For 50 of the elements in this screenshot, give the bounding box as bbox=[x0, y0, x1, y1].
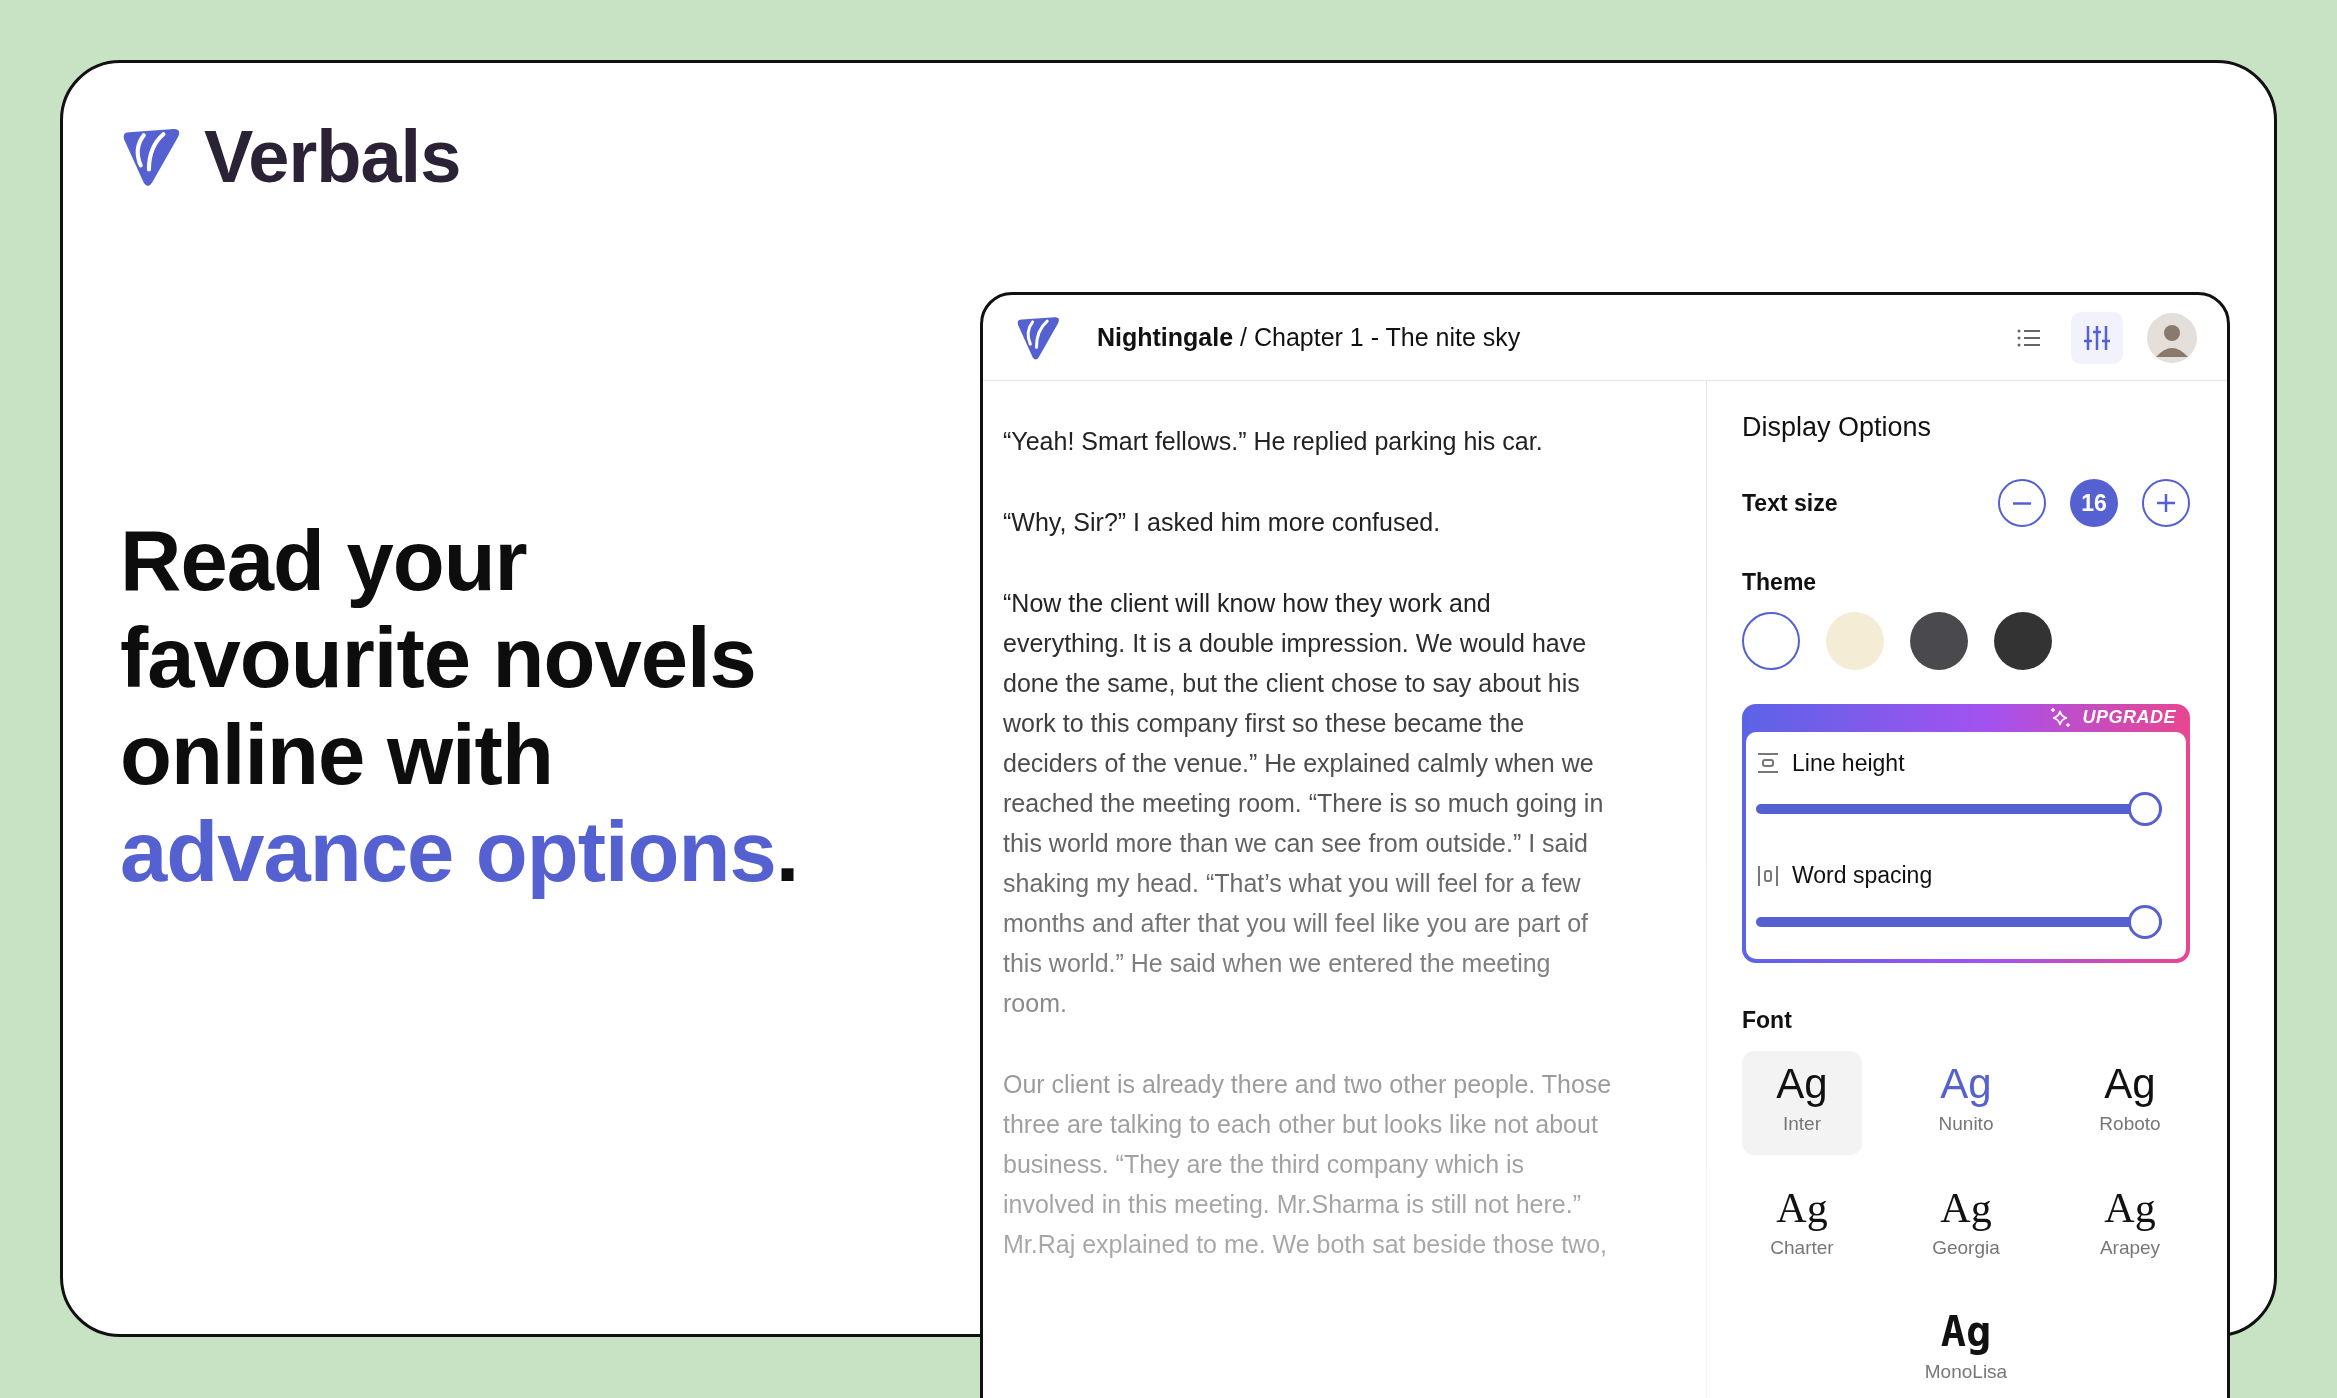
font-name: Charter bbox=[1770, 1236, 1834, 1261]
setting-label: Text size bbox=[1742, 489, 1838, 519]
line-height-icon bbox=[1756, 751, 1780, 776]
setting-label: Font bbox=[1742, 1005, 1793, 1035]
font-sample: Ag bbox=[1776, 1059, 1828, 1110]
font-option[interactable]: Ag Arapey bbox=[2070, 1175, 2190, 1280]
font-option[interactable]: Ag Nunito bbox=[1906, 1051, 2026, 1156]
headline: Read your favourite novels online with advance options. bbox=[120, 512, 799, 900]
font-name: Arapey bbox=[2099, 1236, 2161, 1261]
paragraph: Our client is already there and two other people. Those three are talking to each other but looks like not about business. “They are the third company which is involved in this meeting. Mr.Sharma is still not here.” Mr.Raj explained to me. We both sat beside those two, bbox=[1003, 1069, 1613, 1260]
font-name: Inter bbox=[1783, 1112, 1821, 1137]
font-sample: Ag bbox=[1940, 1059, 1992, 1110]
decrease-button[interactable] bbox=[1998, 479, 2046, 528]
brand-name: Verbals bbox=[204, 120, 461, 194]
chapter-title: Nightingale / Chapter 1 - The nite sky bbox=[1097, 321, 1521, 353]
theme-swatch[interactable] bbox=[1742, 611, 1800, 670]
font-sample: Ag bbox=[2104, 1059, 2156, 1110]
slider-label: Word spacing bbox=[1792, 861, 1933, 891]
font-option[interactable]: Ag Charter bbox=[1742, 1175, 1862, 1280]
increase-button[interactable] bbox=[2142, 479, 2190, 528]
slider-label: Line height bbox=[1792, 748, 1905, 778]
font-sample: Ag bbox=[2104, 1184, 2156, 1234]
word-spacing-icon bbox=[1756, 863, 1780, 888]
font-sample: Ag bbox=[1940, 1306, 1992, 1359]
paragraph: “Now the client will know how they work and everything. It is a double impression. We would have done the same, but the client chose to say about his work to this company first so these became the deciders of the venue.” He explained calmly when we reached the meeting room. “There is so much going in this world more than we can see from outside.” I said shaking my head. “That’s what you will feel for a few months and after that you will feel like you are part of this world.” He said when we entered the meeting room. bbox=[1003, 588, 1605, 1019]
avatar[interactable] bbox=[2147, 312, 2197, 363]
setting-label: Theme bbox=[1742, 568, 1818, 598]
slider-thumb[interactable] bbox=[2128, 904, 2162, 939]
slider-thumb[interactable] bbox=[2128, 792, 2162, 827]
font-option[interactable]: Ag MonoLisa bbox=[1906, 1299, 2026, 1398]
font-sample: Ag bbox=[1940, 1184, 1992, 1234]
sparkle-icon bbox=[2050, 706, 2073, 729]
panel-title: Display Options bbox=[1742, 411, 1933, 444]
paragraph: “Yeah! Smart fellows.” He replied parking his car. bbox=[1003, 426, 1544, 457]
logo-icon bbox=[1015, 314, 1061, 361]
theme-swatch[interactable] bbox=[1994, 611, 2052, 670]
font-name: MonoLisa bbox=[1924, 1360, 2008, 1385]
font-name: Nunito bbox=[1938, 1112, 1994, 1137]
font-option[interactable]: Ag Georgia bbox=[1906, 1175, 2026, 1280]
upgrade-label: UPGRADE bbox=[2082, 706, 2176, 730]
font-name: Roboto bbox=[2099, 1112, 2161, 1137]
text-size-value: 16 bbox=[2070, 479, 2118, 528]
minus-icon bbox=[2012, 501, 2032, 505]
font-name: Georgia bbox=[1932, 1236, 2000, 1261]
theme-swatch[interactable] bbox=[1910, 611, 1968, 670]
font-sample: Ag bbox=[1776, 1184, 1828, 1234]
paragraph: “Why, Sir?” I asked him more confused. bbox=[1003, 507, 1442, 538]
font-option[interactable]: Ag Inter bbox=[1742, 1051, 1862, 1156]
settings-button[interactable] bbox=[2071, 311, 2123, 364]
font-option[interactable]: Ag Roboto bbox=[2070, 1051, 2190, 1156]
